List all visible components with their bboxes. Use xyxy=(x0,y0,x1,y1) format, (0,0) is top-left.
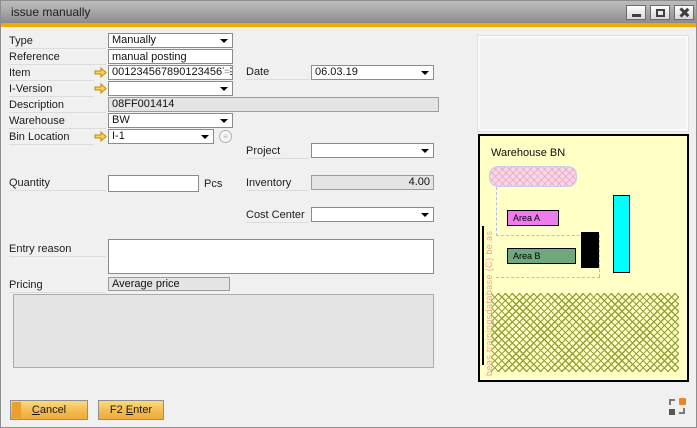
i-version-label: I-Version xyxy=(9,82,94,97)
item-label: Item xyxy=(9,66,94,81)
pricing-field: Average price xyxy=(108,277,230,291)
project-label: Project xyxy=(246,144,309,159)
bin-location-value: I-1 xyxy=(112,130,125,142)
date-value: 06.03.19 xyxy=(315,66,358,78)
route-dash-vertical-2 xyxy=(599,235,600,277)
hatched-storage-area xyxy=(491,293,679,372)
warehouse-map-panel: Warehouse BN Area A Area B beas training… xyxy=(478,134,689,382)
resize-grip-icon[interactable] xyxy=(669,398,686,415)
i-version-select[interactable] xyxy=(108,81,233,96)
reference-input[interactable] xyxy=(108,49,233,64)
project-select[interactable] xyxy=(311,143,434,158)
chevron-down-icon xyxy=(220,87,228,91)
cancel-button[interactable]: Cancel xyxy=(10,400,88,420)
title-bar: issue manually xyxy=(1,1,696,23)
details-placeholder-area xyxy=(13,294,434,368)
area-b-box[interactable]: Area B xyxy=(507,248,576,264)
date-label: Date xyxy=(246,65,309,80)
chevron-down-icon xyxy=(220,119,228,123)
warehouse-label: Warehouse xyxy=(9,114,106,129)
inventory-label: Inventory xyxy=(246,176,309,191)
route-dash-vertical-1 xyxy=(496,187,497,236)
description-field: 08FF001414 xyxy=(108,97,439,112)
entry-reason-input[interactable] xyxy=(108,239,434,274)
cost-center-select[interactable] xyxy=(311,207,434,222)
blocked-bin-rect xyxy=(581,232,599,268)
description-label: Description xyxy=(9,98,106,113)
item-value: 001234567890123456790 xyxy=(112,66,233,78)
type-value: Manually xyxy=(112,34,156,46)
resize-grip-part xyxy=(669,399,675,405)
quantity-unit-label: Pcs xyxy=(204,177,234,192)
close-button[interactable] xyxy=(674,5,694,20)
resize-grip-part xyxy=(679,398,686,405)
maximize-button[interactable] xyxy=(650,5,670,20)
resize-grip-part xyxy=(679,408,685,414)
close-icon xyxy=(680,8,689,17)
zone-pink-hatched xyxy=(489,166,577,187)
entry-reason-label: Entry reason xyxy=(9,242,106,257)
bin-location-select[interactable]: I-1 xyxy=(108,129,214,144)
i-version-link-arrow-icon[interactable] xyxy=(94,83,107,94)
watermark-text: beas trainingsdatabase (C) be.as xyxy=(484,161,494,376)
resize-grip-part xyxy=(669,409,675,415)
warehouse-value: BW xyxy=(112,114,130,126)
chevron-down-icon xyxy=(421,71,429,75)
highlighted-bin-rect xyxy=(613,195,630,273)
warehouse-map-title: Warehouse BN xyxy=(491,147,565,159)
chevron-down-icon xyxy=(220,39,228,43)
chevron-down-icon xyxy=(201,135,209,139)
warehouse-select[interactable]: BW xyxy=(108,113,233,128)
dialog-issue-manually: issue manually Type Reference Item I-Ver… xyxy=(0,0,697,428)
quantity-label: Quantity xyxy=(9,176,106,191)
item-link-arrow-icon[interactable] xyxy=(94,67,107,78)
window-controls xyxy=(626,5,694,20)
preview-panel xyxy=(478,36,688,131)
reference-label: Reference xyxy=(9,50,106,65)
type-label: Type xyxy=(9,34,106,49)
item-input[interactable]: 001234567890123456790 = xyxy=(108,65,233,80)
minimize-icon xyxy=(632,14,641,17)
bin-list-icon[interactable]: ≡ xyxy=(219,130,232,143)
date-select[interactable]: 06.03.19 xyxy=(311,65,434,80)
maximize-icon xyxy=(656,9,665,17)
cost-center-label: Cost Center xyxy=(246,208,309,223)
minimize-button[interactable] xyxy=(626,5,646,20)
chevron-down-icon xyxy=(421,213,429,217)
chevron-down-icon xyxy=(421,149,429,153)
overflow-icon: = xyxy=(224,66,230,79)
bin-location-link-arrow-icon[interactable] xyxy=(94,131,107,142)
pricing-label: Pricing xyxy=(9,278,106,293)
route-dash-horizontal-2 xyxy=(496,277,600,278)
type-select[interactable]: Manually xyxy=(108,33,233,48)
inventory-field: 4.00 xyxy=(311,175,434,190)
area-a-box[interactable]: Area A xyxy=(507,210,559,226)
bin-location-label: Bin Location xyxy=(9,130,94,145)
window-title: issue manually xyxy=(1,5,90,19)
f2-enter-button[interactable]: F2 Enter xyxy=(98,400,164,420)
quantity-input[interactable] xyxy=(108,175,199,192)
accent-bar xyxy=(1,23,696,27)
focus-accent xyxy=(12,402,21,418)
